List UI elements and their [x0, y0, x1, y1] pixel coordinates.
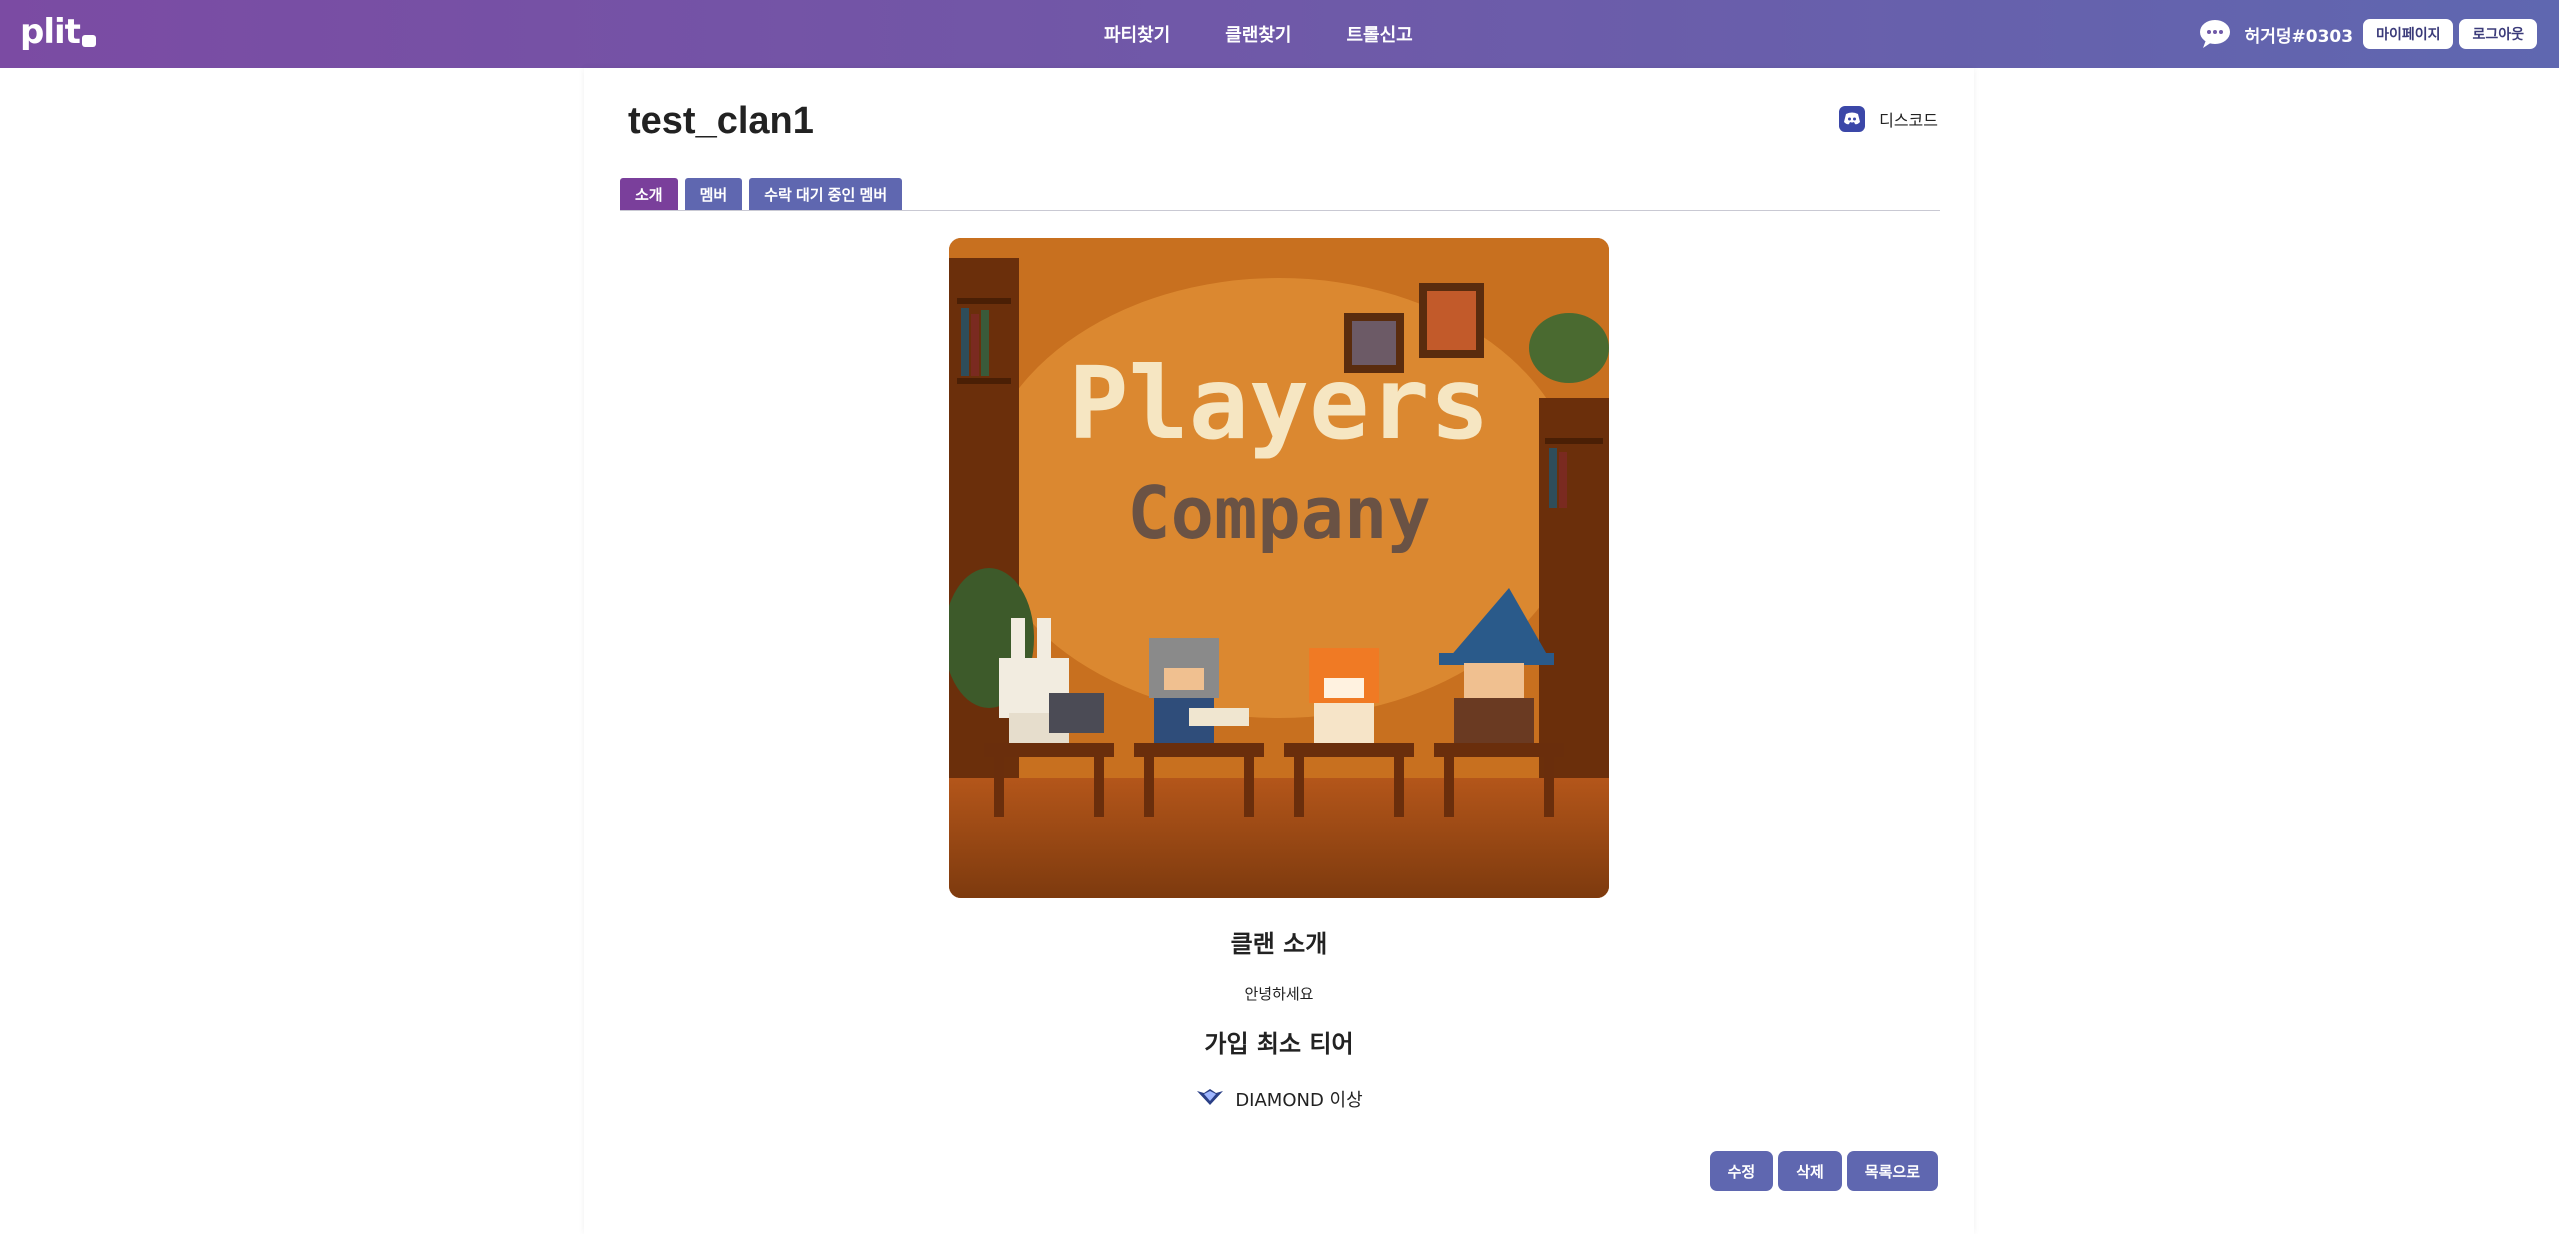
intro-title: 클랜 소개 — [1230, 930, 1328, 958]
tab-members[interactable]: 멤버 — [684, 178, 743, 210]
user-area: 허거덩#0303 마이페이지 로그아웃 — [2199, 0, 2537, 68]
intro-text: 안녕하세요 — [1244, 985, 1314, 1003]
username: 허거덩#0303 — [2244, 26, 2354, 47]
nav-party-search[interactable]: 파티찾기 — [1104, 21, 1170, 47]
mypage-button[interactable]: 마이페이지 — [2363, 19, 2454, 49]
back-to-list-button[interactable]: 목록으로 — [1846, 1151, 1938, 1191]
diamond-tier-icon — [1195, 1087, 1225, 1112]
delete-button[interactable]: 삭제 — [1778, 1151, 1842, 1191]
logo-text: plit — [20, 12, 81, 52]
min-tier: DIAMOND 이상 — [584, 1086, 1974, 1112]
logout-button[interactable]: 로그아웃 — [2459, 19, 2537, 49]
clan-name-title: test_clan1 — [628, 100, 814, 142]
chat-bubble-icon[interactable] — [2199, 19, 2231, 49]
edit-button[interactable]: 수정 — [1709, 1151, 1774, 1191]
clan-image-illustration: Players Company — [949, 238, 1609, 898]
tab-divider — [620, 210, 1940, 211]
clan-tabs: 소개 멤버 수락 대기 중인 멤버 — [620, 178, 903, 210]
discord-link[interactable]: 디스코드 — [1839, 106, 1938, 132]
min-tier-value: DIAMOND 이상 — [1235, 1090, 1363, 1111]
tab-pending-members[interactable]: 수락 대기 중인 멤버 — [749, 178, 903, 210]
tab-intro[interactable]: 소개 — [620, 178, 678, 210]
plit-logo[interactable]: plit — [20, 12, 96, 52]
main-nav: 파티찾기 클랜찾기 트롤신고 — [1104, 0, 1413, 68]
nav-troll-report[interactable]: 트롤신고 — [1347, 21, 1413, 47]
discord-icon — [1839, 106, 1866, 132]
logo-mark — [81, 35, 96, 47]
discord-label: 디스코드 — [1879, 111, 1938, 130]
image-title-line1: Players — [1068, 345, 1489, 462]
action-buttons: 수정 삭제 목록으로 — [1709, 1151, 1938, 1191]
clan-image: Players Company — [949, 238, 1609, 898]
nav-clan-search[interactable]: 클랜찾기 — [1225, 21, 1291, 47]
clan-detail-card: test_clan1 디스코드 소개 멤버 수락 대기 중인 멤버 Player… — [584, 68, 1974, 1234]
min-tier-title: 가입 최소 티어 — [1204, 1030, 1354, 1058]
top-navbar: plit 파티찾기 클랜찾기 트롤신고 허거덩#0303 마이페이지 로그아웃 — [0, 0, 2559, 68]
image-title-line2: Company — [1127, 471, 1430, 555]
